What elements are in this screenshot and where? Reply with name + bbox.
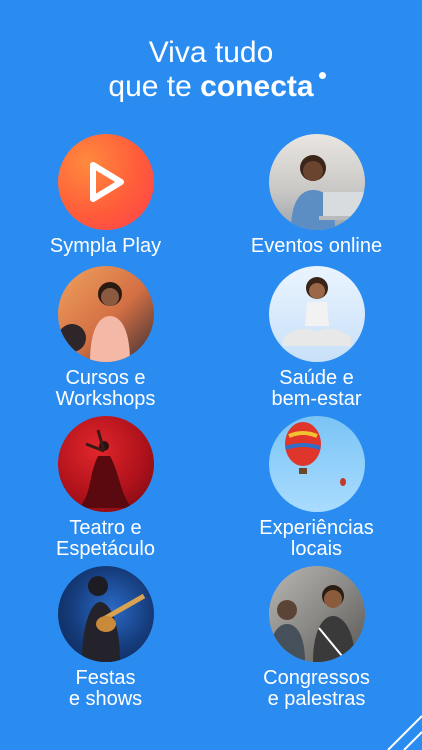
category-label: Sympla Play [49,235,162,257]
category-congressos-palestras[interactable]: Congressos e palestras [211,566,422,710]
category-label: Saúde e bem-estar [271,367,362,410]
category-cursos-workshops[interactable]: Cursos e Workshops [0,266,211,410]
concert-guitar-photo [57,566,154,662]
play-icon [57,134,154,230]
category-label: Cursos e Workshops [55,367,156,410]
meditation-photo [268,266,365,362]
headline-line-2: que te conecta [0,70,422,104]
category-label: Congressos e palestras [263,667,370,710]
category-sympla-play[interactable]: Sympla Play [0,134,211,257]
headline-line-2-prefix: que te [108,70,201,103]
category-saude-bem-estar[interactable]: Saúde e bem-estar [211,266,422,410]
brand-dot-icon [318,72,326,79]
headline-line-1: Viva tudo [148,36,274,69]
category-eventos-online[interactable]: Eventos online [211,134,422,257]
hot-air-balloon-photo [268,416,365,512]
category-label: Teatro e Espetáculo [56,517,155,560]
category-festas-shows[interactable]: Festas e shows [0,566,211,710]
category-label: Experiências locais [259,517,374,560]
laptop-person-photo [268,134,365,230]
category-label: Festas e shows [68,667,143,710]
conference-people-photo [268,566,365,662]
category-label: Eventos online [250,235,383,257]
dancer-photo [57,416,154,512]
category-experiencias-locais[interactable]: Experiências locais [211,416,422,560]
headline: Viva tudo que te conecta [0,36,422,104]
corner-decoration-icon [387,715,422,750]
presenter-photo [57,266,154,362]
category-teatro-espetaculo[interactable]: Teatro e Espetáculo [0,416,211,560]
brand-word: conecta [200,70,326,103]
